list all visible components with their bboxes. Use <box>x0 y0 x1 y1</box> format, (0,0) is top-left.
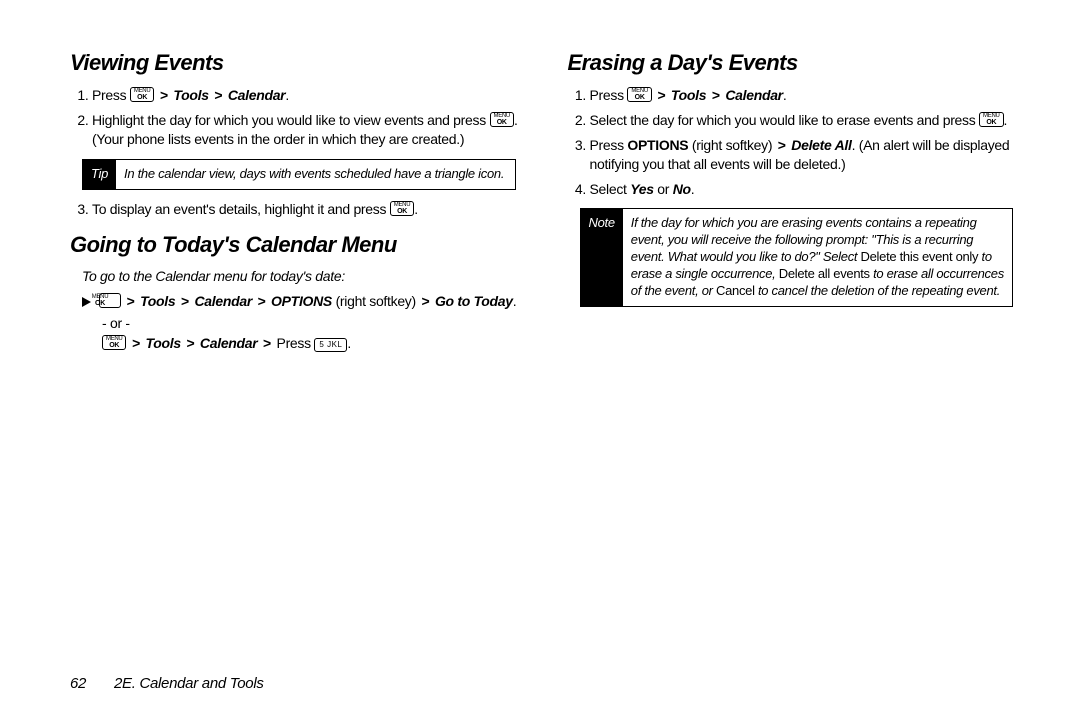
menu-path: Calendar <box>722 87 783 103</box>
heading-viewing-events: Viewing Events <box>70 50 528 76</box>
text: to cancel the deletion of the repeating … <box>755 283 1000 298</box>
heading-erasing: Erasing a Day's Events <box>568 50 1026 76</box>
punct: . <box>285 87 289 103</box>
text: Press <box>590 137 628 153</box>
action-item-alt: MENUOK > Tools > Calendar > Press 5 JKL. <box>102 335 528 352</box>
breadcrumb-separator: > <box>179 293 191 309</box>
punct: . <box>513 293 517 309</box>
menu-ok-key-icon: MENUOK <box>979 112 1003 127</box>
text: To display an event's details, highlight… <box>92 201 390 217</box>
breadcrumb-separator: > <box>419 293 431 309</box>
menu-path: Go to Today <box>435 293 513 309</box>
or-divider: - or - <box>102 315 528 331</box>
text: Select the day for which you would like … <box>590 112 980 128</box>
tip-body: In the calendar view, days with events s… <box>116 160 514 189</box>
two-column-layout: Viewing Events Press MENUOK > Tools > Ca… <box>70 50 1025 356</box>
heading-today-menu: Going to Today's Calendar Menu <box>70 232 528 258</box>
option: No <box>673 181 691 197</box>
menu-path: Tools <box>667 87 710 103</box>
step: Press OPTIONS (right softkey) > Delete A… <box>590 136 1026 174</box>
breadcrumb-separator: > <box>710 87 722 103</box>
menu-path: Calendar <box>191 293 256 309</box>
manual-page: Viewing Events Press MENUOK > Tools > Ca… <box>0 0 1080 720</box>
breadcrumb-separator: > <box>256 293 268 309</box>
note-callout: Note If the day for which you are erasin… <box>580 208 1014 306</box>
punct: . <box>414 201 418 217</box>
step: Highlight the day for which you would li… <box>92 111 528 149</box>
text: (right softkey) <box>688 137 775 153</box>
menu-ok-key-icon: MENUOK <box>99 293 121 308</box>
page-number: 62 <box>70 675 86 692</box>
tip-label: Tip <box>83 160 116 189</box>
breadcrumb-separator: > <box>655 87 667 103</box>
text: Press <box>273 335 314 351</box>
step: Press MENUOK > Tools > Calendar. <box>92 86 528 105</box>
step: To display an event's details, highlight… <box>92 200 528 219</box>
triangle-bullet-icon <box>82 297 91 307</box>
option: Cancel <box>716 283 755 298</box>
breadcrumb-separator: > <box>158 87 170 103</box>
text: or <box>654 181 673 197</box>
step: Select the day for which you would like … <box>590 111 1026 130</box>
menu-path: Tools <box>136 293 179 309</box>
option: Delete this event only <box>861 249 979 264</box>
step: Press MENUOK > Tools > Calendar. <box>590 86 1026 105</box>
punct: . <box>691 181 695 197</box>
option: Delete all events <box>779 266 870 281</box>
breadcrumb-separator: > <box>184 335 196 351</box>
menu-path: Delete All <box>788 137 852 153</box>
page-footer: 62 2E. Calendar and Tools <box>70 675 264 692</box>
menu-path: Calendar <box>196 335 261 351</box>
tip-callout: Tip In the calendar view, days with even… <box>82 159 516 190</box>
left-column: Viewing Events Press MENUOK > Tools > Ca… <box>70 50 528 356</box>
steps-viewing-cont: To display an event's details, highlight… <box>70 200 528 219</box>
breadcrumb-separator: > <box>261 335 273 351</box>
softkey-label: OPTIONS <box>627 137 688 153</box>
option: Yes <box>630 181 654 197</box>
steps-erasing: Press MENUOK > Tools > Calendar. Select … <box>568 86 1026 198</box>
steps-viewing: Press MENUOK > Tools > Calendar. Highlig… <box>70 86 528 149</box>
menu-path: OPTIONS <box>267 293 335 309</box>
text: (right softkey) <box>336 293 420 309</box>
menu-path: Tools <box>170 87 213 103</box>
menu-ok-key-icon: MENUOK <box>130 87 154 102</box>
menu-ok-key-icon: MENUOK <box>627 87 651 102</box>
menu-path: Tools <box>142 335 185 351</box>
punct: . <box>783 87 787 103</box>
text: Press <box>92 87 130 103</box>
text: Select <box>590 181 631 197</box>
intro-today: To go to the Calendar menu for today's d… <box>82 268 528 284</box>
text: Press <box>590 87 628 103</box>
right-column: Erasing a Day's Events Press MENUOK > To… <box>568 50 1026 356</box>
menu-ok-key-icon: MENUOK <box>490 112 514 127</box>
footer-title: 2E. Calendar and Tools <box>114 675 264 692</box>
punct: . <box>347 335 351 351</box>
five-key-icon: 5 JKL <box>314 338 347 352</box>
action-item: MENUOK > Tools > Calendar > OPTIONS (rig… <box>82 292 528 311</box>
menu-path: Calendar <box>224 87 285 103</box>
breadcrumb-separator: > <box>125 293 137 309</box>
note-label: Note <box>581 209 623 305</box>
note-body: If the day for which you are erasing eve… <box>623 209 1012 305</box>
menu-ok-key-icon: MENUOK <box>390 201 414 216</box>
step: Select Yes or No. <box>590 180 1026 199</box>
breadcrumb-separator: > <box>776 137 788 153</box>
breadcrumb-separator: > <box>130 335 142 351</box>
text: Highlight the day for which you would li… <box>92 112 490 128</box>
punct: . <box>1004 112 1008 128</box>
menu-ok-key-icon: MENUOK <box>102 335 126 350</box>
breadcrumb-separator: > <box>212 87 224 103</box>
